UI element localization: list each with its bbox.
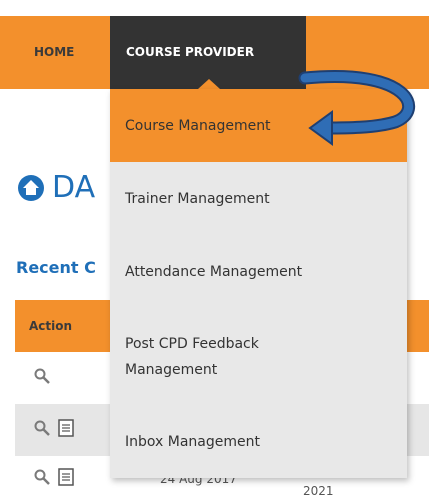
nav-home-link[interactable]: HOME xyxy=(34,45,74,59)
annotation-curved-arrow-icon xyxy=(298,70,416,146)
menu-item-label: Course Management xyxy=(125,117,271,134)
recent-section-heading: Recent C xyxy=(16,258,96,277)
search-icon[interactable] xyxy=(33,468,51,486)
dropdown-caret-icon xyxy=(198,79,220,89)
nav-course-provider-label: COURSE PROVIDER xyxy=(126,45,255,59)
home-icon xyxy=(18,174,44,201)
table-header-action: Action xyxy=(29,319,73,333)
menu-item-label: Attendance Management xyxy=(125,263,303,280)
menu-item-label: Post CPD Feedback Management xyxy=(125,336,259,378)
document-icon[interactable] xyxy=(57,419,75,437)
nav-course-provider-tab[interactable]: COURSE PROVIDER xyxy=(110,16,306,89)
menu-item-label: Trainer Management xyxy=(125,190,270,207)
document-icon[interactable] xyxy=(57,468,75,486)
menu-item-trainer-management[interactable]: Trainer Management xyxy=(110,162,407,235)
menu-item-attendance-management[interactable]: Attendance Management xyxy=(110,235,407,308)
page-title-text: DA xyxy=(52,170,96,205)
row-year: 2021 xyxy=(303,484,334,498)
page-title: DA xyxy=(18,170,95,205)
menu-item-inbox-management[interactable]: Inbox Management xyxy=(110,406,407,478)
menu-item-post-cpd-feedback-management[interactable]: Post CPD Feedback Management xyxy=(110,308,407,406)
search-icon[interactable] xyxy=(33,419,51,437)
menu-item-label: Inbox Management xyxy=(125,434,260,450)
search-icon[interactable] xyxy=(33,367,51,385)
